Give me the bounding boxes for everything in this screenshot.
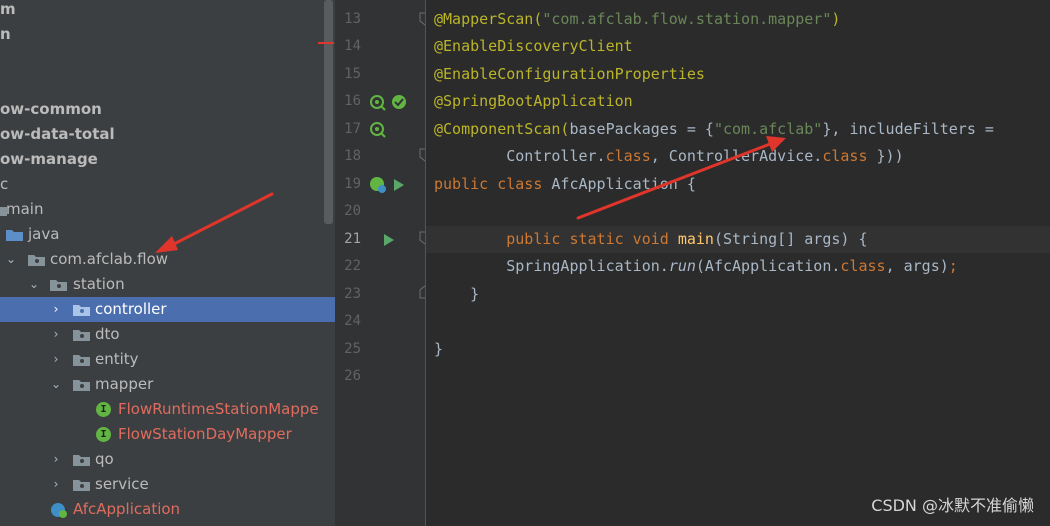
tree-item-src[interactable]: c — [0, 172, 335, 197]
tree-item-flow-manage[interactable]: ow-manage — [0, 147, 335, 172]
line-number: 17 — [344, 121, 361, 137]
code-line-18: Controller.class, ControllerAdvice.class… — [434, 147, 904, 165]
package-icon — [50, 279, 67, 291]
tree-item-service[interactable]: › service — [0, 472, 335, 497]
spring-config-icon[interactable] — [390, 93, 408, 111]
watermark-text: CSDN @冰默不准偷懒 — [871, 496, 1034, 515]
code-line-17: @ComponentScan(basePackages = {"com.afcl… — [434, 120, 994, 138]
code-line-19: public class AfcApplication { — [434, 175, 696, 193]
tree-item-root-n[interactable]: n — [0, 22, 335, 47]
chevron-right-icon[interactable]: › — [50, 472, 62, 497]
line-number: 18 — [344, 148, 361, 164]
tree-item-flow-station-day-mapper[interactable]: I FlowStationDayMapper — [0, 422, 335, 447]
tree-item-java[interactable]: java — [0, 222, 335, 247]
code-line-25: } — [434, 340, 444, 358]
package-icon — [73, 304, 90, 316]
tree-item-dto[interactable]: › dto — [0, 322, 335, 347]
package-icon — [73, 354, 90, 366]
code-editor[interactable]: @MapperScan("com.afclab.flow.station.map… — [426, 0, 1050, 526]
chevron-right-icon[interactable]: › — [50, 447, 62, 472]
tree-item-main[interactable]: main — [0, 197, 335, 222]
chevron-right-icon[interactable]: › — [50, 322, 62, 347]
line-number: 16 — [344, 93, 361, 109]
tree-item-afc-application[interactable]: AfcApplication — [0, 497, 335, 522]
tree-item-flow-data-total[interactable]: ow-data-total — [0, 122, 335, 147]
line-number: 25 — [344, 341, 361, 357]
code-line-13: @MapperScan("com.afclab.flow.station.map… — [434, 10, 841, 28]
chevron-down-icon[interactable]: ⌄ — [28, 272, 40, 297]
tree-item-com-afclab-flow[interactable]: ⌄ com.afclab.flow — [0, 247, 335, 272]
annotation-mark — [318, 42, 334, 44]
source-folder-icon — [6, 229, 23, 241]
chevron-right-icon[interactable]: › — [50, 347, 62, 372]
package-icon — [73, 379, 90, 391]
tree-item-controller[interactable]: › controller — [0, 297, 335, 322]
code-line-14: @EnableDiscoveryClient — [434, 37, 633, 55]
line-number: 13 — [344, 11, 361, 27]
package-icon — [73, 329, 90, 341]
bean-icon[interactable] — [369, 121, 387, 139]
tree-item-flow-common[interactable]: ow-common — [0, 97, 335, 122]
tree-item-station[interactable]: ⌄ station — [0, 272, 335, 297]
package-icon — [73, 479, 90, 491]
line-number: 19 — [344, 176, 361, 192]
run-icon[interactable] — [382, 232, 396, 248]
chevron-right-icon[interactable]: › — [50, 297, 62, 322]
project-tree-panel[interactable]: m n ow-common ow-data-total ow-manage c … — [0, 0, 335, 526]
chevron-down-icon[interactable]: ⌄ — [50, 372, 62, 397]
code-line-16: @SpringBootApplication — [434, 92, 633, 110]
line-number: 20 — [344, 203, 361, 219]
line-number: 14 — [344, 38, 361, 54]
line-number-current: 21 — [344, 231, 361, 247]
editor-gutter: 13 14 15 16 17 18 19 20 21 22 23 24 25 2… — [335, 0, 431, 526]
tree-item-qo[interactable]: › qo — [0, 447, 335, 472]
code-line-15: @EnableConfigurationProperties — [434, 65, 705, 83]
tree-item-root-m[interactable]: m — [0, 0, 335, 22]
line-number: 22 — [344, 258, 361, 274]
run-icon[interactable] — [392, 177, 406, 193]
chevron-down-icon[interactable]: ⌄ — [5, 247, 17, 272]
tree-item-flow-runtime-station-mapper[interactable]: I FlowRuntimeStationMappe — [0, 397, 335, 422]
package-icon — [28, 254, 45, 266]
interface-icon: I — [96, 427, 111, 442]
spring-boot-class-icon — [50, 501, 68, 519]
line-number: 26 — [344, 368, 361, 384]
code-line-21: public static void main(String[] args) { — [434, 230, 868, 248]
line-number: 24 — [344, 313, 361, 329]
line-number: 15 — [344, 66, 361, 82]
tree-item-entity[interactable]: › entity — [0, 347, 335, 372]
tree-item-mapper[interactable]: ⌄ mapper — [0, 372, 335, 397]
spring-boot-icon[interactable] — [369, 176, 387, 194]
interface-icon: I — [96, 402, 111, 417]
code-line-22: SpringApplication.run(AfcApplication.cla… — [434, 257, 958, 275]
package-icon — [73, 454, 90, 466]
line-number: 23 — [344, 286, 361, 302]
bean-icon[interactable] — [369, 94, 387, 112]
code-line-23: } — [434, 285, 480, 303]
